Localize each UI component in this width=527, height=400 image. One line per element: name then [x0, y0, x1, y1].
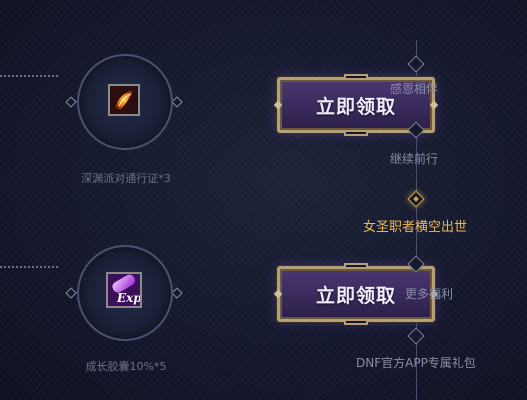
exp-capsule-icon[interactable]: Exp [106, 272, 142, 308]
button-left-ornament [273, 289, 283, 299]
button-top-cap [344, 263, 368, 269]
exp-label: Exp [117, 291, 142, 305]
connector-left-diamond [65, 96, 77, 108]
timeline-label-2[interactable]: 继续前行 [390, 150, 438, 167]
claim-button-label: 立即领取 [315, 95, 396, 118]
reward-name: 深渊派对通行证*3 [81, 172, 171, 185]
connector-right-diamond [171, 287, 183, 299]
reward-name: 成长胶囊10%*5 [85, 360, 167, 373]
connector-left-diamond [65, 287, 77, 299]
timeline-label-1[interactable]: 感恩相伴 [390, 80, 438, 97]
dotted-guide-line-1 [0, 75, 58, 77]
timeline-node-3[interactable] [407, 190, 425, 208]
flame-ticket-icon[interactable] [108, 84, 140, 116]
button-top-cap [344, 74, 368, 80]
timeline-node-5[interactable] [407, 327, 425, 345]
button-right-ornament [429, 100, 439, 110]
button-bottom-cap [344, 319, 368, 325]
button-left-ornament [273, 100, 283, 110]
connector-right-diamond [171, 96, 183, 108]
button-bottom-cap [344, 130, 368, 136]
timeline-label-4[interactable]: 更多福利 [405, 285, 453, 302]
claim-button-label: 立即领取 [315, 284, 396, 307]
timeline-label-3[interactable]: 女圣职者横空出世 [363, 216, 467, 235]
timeline-label-5[interactable]: DNF官方APP专属礼包 [356, 354, 476, 371]
dotted-guide-line-2 [0, 266, 58, 268]
timeline-node-1[interactable] [407, 55, 425, 73]
